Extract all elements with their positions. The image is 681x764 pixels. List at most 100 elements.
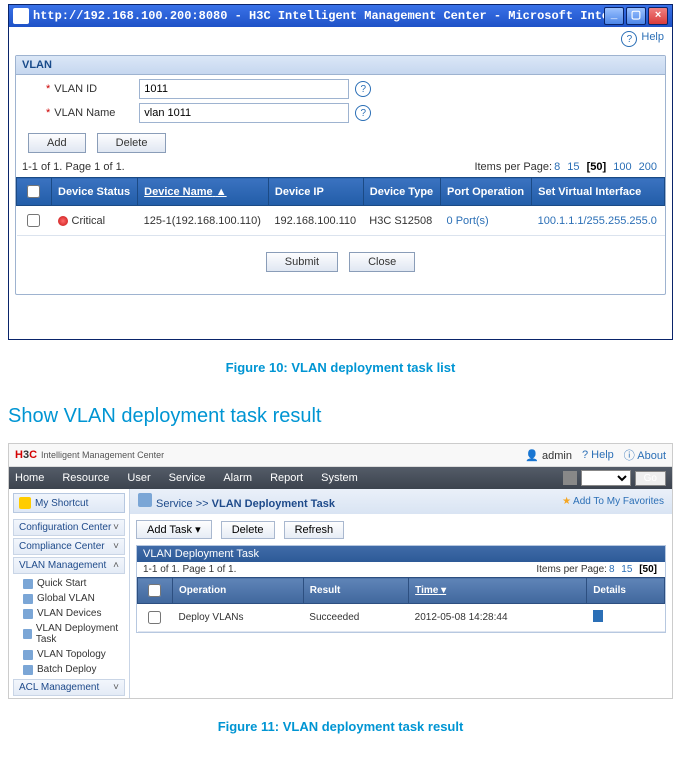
page-summary: 1-1 of 1. Page 1 of 1. bbox=[143, 564, 236, 575]
sidebar-vlan-deploy-task[interactable]: VLAN Deployment Task bbox=[9, 621, 129, 647]
go-select[interactable] bbox=[581, 470, 631, 486]
brand-bar: H3C Intelligent Management Center 👤 admi… bbox=[9, 444, 672, 467]
star-icon: ★ bbox=[562, 496, 571, 507]
row-checkbox[interactable] bbox=[148, 611, 161, 624]
details-icon[interactable] bbox=[593, 610, 603, 622]
row-checkbox[interactable] bbox=[27, 214, 40, 227]
table-row: Critical 125-1(192.168.100.110) 192.168.… bbox=[17, 206, 665, 236]
menu-service[interactable]: Service bbox=[169, 472, 206, 484]
task-table: Operation Result Time ▾ Details Deploy V… bbox=[137, 577, 665, 632]
col-port-op[interactable]: Port Operation bbox=[441, 178, 532, 206]
sidebar-acl-mgmt[interactable]: ACL Management˅ bbox=[13, 679, 125, 696]
pp-200[interactable]: 200 bbox=[639, 161, 657, 173]
ie-window: http://192.168.100.200:8080 - H3C Intell… bbox=[8, 4, 673, 340]
sidebar-global-vlan[interactable]: Global VLAN bbox=[9, 591, 129, 606]
pp-15[interactable]: 15 bbox=[567, 161, 579, 173]
col-svi[interactable]: Set Virtual Interface bbox=[532, 178, 665, 206]
device-icon bbox=[23, 609, 33, 619]
menu-home[interactable]: Home bbox=[15, 472, 44, 484]
sidebar-config-center[interactable]: Configuration Center˅ bbox=[13, 519, 125, 536]
pp-15[interactable]: 15 bbox=[621, 564, 632, 575]
pp-8[interactable]: 8 bbox=[609, 564, 615, 575]
add-button[interactable]: Add bbox=[28, 133, 86, 153]
task-icon bbox=[23, 629, 32, 639]
window-titlebar: http://192.168.100.200:8080 - H3C Intell… bbox=[9, 5, 672, 27]
menu-alarm[interactable]: Alarm bbox=[223, 472, 252, 484]
window-title: http://192.168.100.200:8080 - H3C Intell… bbox=[33, 9, 604, 23]
add-task-button[interactable]: Add Task bbox=[136, 520, 212, 539]
sidebar-compliance[interactable]: Compliance Center˅ bbox=[13, 538, 125, 555]
col-details[interactable]: Details bbox=[587, 578, 665, 604]
refresh-button[interactable]: Refresh bbox=[284, 521, 345, 539]
topology-icon bbox=[23, 650, 33, 660]
select-all-checkbox[interactable] bbox=[27, 185, 40, 198]
figure-10: http://192.168.100.200:8080 - H3C Intell… bbox=[0, 4, 681, 375]
sidebar-vlan-mgmt[interactable]: VLAN Management˄ bbox=[13, 557, 125, 574]
col-operation[interactable]: Operation bbox=[173, 578, 304, 604]
help-bar: ? Help bbox=[9, 27, 672, 51]
minimize-button[interactable]: _ bbox=[604, 7, 624, 25]
maximize-button[interactable]: ▢ bbox=[626, 7, 646, 25]
required-marker: * bbox=[46, 83, 50, 95]
vlan-id-label: VLAN ID bbox=[54, 83, 139, 95]
col-status[interactable]: Device Status bbox=[52, 178, 138, 206]
pp-50[interactable]: [50] bbox=[587, 161, 607, 173]
sidebar: My Shortcut Configuration Center˅ Compli… bbox=[9, 489, 130, 698]
delete-button[interactable]: Delete bbox=[97, 133, 167, 153]
col-name[interactable]: Device Name ▲ bbox=[138, 178, 269, 206]
figure-11: H3C Intelligent Management Center 👤 admi… bbox=[0, 443, 681, 734]
help-link[interactable]: ? Help bbox=[582, 449, 614, 461]
col-result[interactable]: Result bbox=[303, 578, 408, 604]
add-favorite-link[interactable]: ★Add To My Favorites bbox=[562, 496, 664, 507]
sidebar-quick-start[interactable]: Quick Start bbox=[9, 576, 129, 591]
select-all-checkbox[interactable] bbox=[148, 584, 161, 597]
chevron-down-icon: ˅ bbox=[113, 682, 119, 693]
shortcut-icon bbox=[19, 497, 31, 509]
vlan-panel: VLAN * VLAN ID ? * VLAN Name ? Add Delet… bbox=[15, 55, 666, 295]
brand-subtitle: Intelligent Management Center bbox=[41, 450, 164, 460]
submit-button[interactable]: Submit bbox=[266, 252, 338, 272]
menu-report[interactable]: Report bbox=[270, 472, 303, 484]
wand-icon bbox=[23, 579, 33, 589]
my-shortcut[interactable]: My Shortcut bbox=[13, 493, 125, 513]
help-link[interactable]: Help bbox=[641, 31, 664, 47]
help-icon[interactable]: ? bbox=[355, 105, 371, 121]
panel-title: VLAN bbox=[16, 56, 665, 75]
svi-link[interactable]: 100.1.1.1/255.255.255.0 bbox=[538, 215, 657, 227]
sidebar-batch-deploy[interactable]: Batch Deploy bbox=[9, 662, 129, 677]
col-time[interactable]: Time ▾ bbox=[409, 578, 587, 604]
service-icon bbox=[138, 493, 152, 507]
main-menu: Home Resource User Service Alarm Report … bbox=[9, 467, 672, 489]
sidebar-vlan-devices[interactable]: VLAN Devices bbox=[9, 606, 129, 621]
breadcrumb: Service >> VLAN Deployment Task ★Add To … bbox=[130, 489, 672, 514]
pp-8[interactable]: 8 bbox=[554, 161, 560, 173]
pp-50[interactable]: [50] bbox=[639, 564, 657, 575]
items-per-page: Items per Page:8 15 [50] bbox=[536, 564, 659, 575]
vlan-id-input[interactable] bbox=[139, 79, 349, 99]
vlan-name-input[interactable] bbox=[139, 103, 349, 123]
go-button[interactable]: Go bbox=[635, 471, 666, 486]
about-link[interactable]: ⓘ About bbox=[624, 447, 666, 463]
help-icon[interactable]: ? bbox=[621, 31, 637, 47]
close-button[interactable]: × bbox=[648, 7, 668, 25]
vlan-name-label: VLAN Name bbox=[54, 107, 139, 119]
col-ip[interactable]: Device IP bbox=[268, 178, 363, 206]
help-icon[interactable]: ? bbox=[355, 81, 371, 97]
delete-button[interactable]: Delete bbox=[221, 521, 275, 539]
col-type[interactable]: Device Type bbox=[363, 178, 440, 206]
chevron-down-icon: ˅ bbox=[113, 522, 119, 533]
figure-11-caption: Figure 11: VLAN deployment task result bbox=[0, 719, 681, 734]
task-panel: VLAN Deployment Task 1-1 of 1. Page 1 of… bbox=[136, 545, 666, 633]
user-badge: 👤 admin bbox=[525, 449, 572, 462]
sidebar-vlan-topology[interactable]: VLAN Topology bbox=[9, 647, 129, 662]
close-button[interactable]: Close bbox=[349, 252, 415, 272]
picker-icon[interactable] bbox=[563, 471, 577, 485]
table-row: Deploy VLANs Succeeded 2012-05-08 14:28:… bbox=[138, 604, 665, 632]
port-link[interactable]: 0 Port(s) bbox=[447, 215, 489, 227]
pp-100[interactable]: 100 bbox=[613, 161, 631, 173]
globe-icon bbox=[23, 594, 33, 604]
menu-system[interactable]: System bbox=[321, 472, 358, 484]
menu-user[interactable]: User bbox=[127, 472, 150, 484]
menu-resource[interactable]: Resource bbox=[62, 472, 109, 484]
page-summary: 1-1 of 1. Page 1 of 1. bbox=[22, 161, 125, 173]
